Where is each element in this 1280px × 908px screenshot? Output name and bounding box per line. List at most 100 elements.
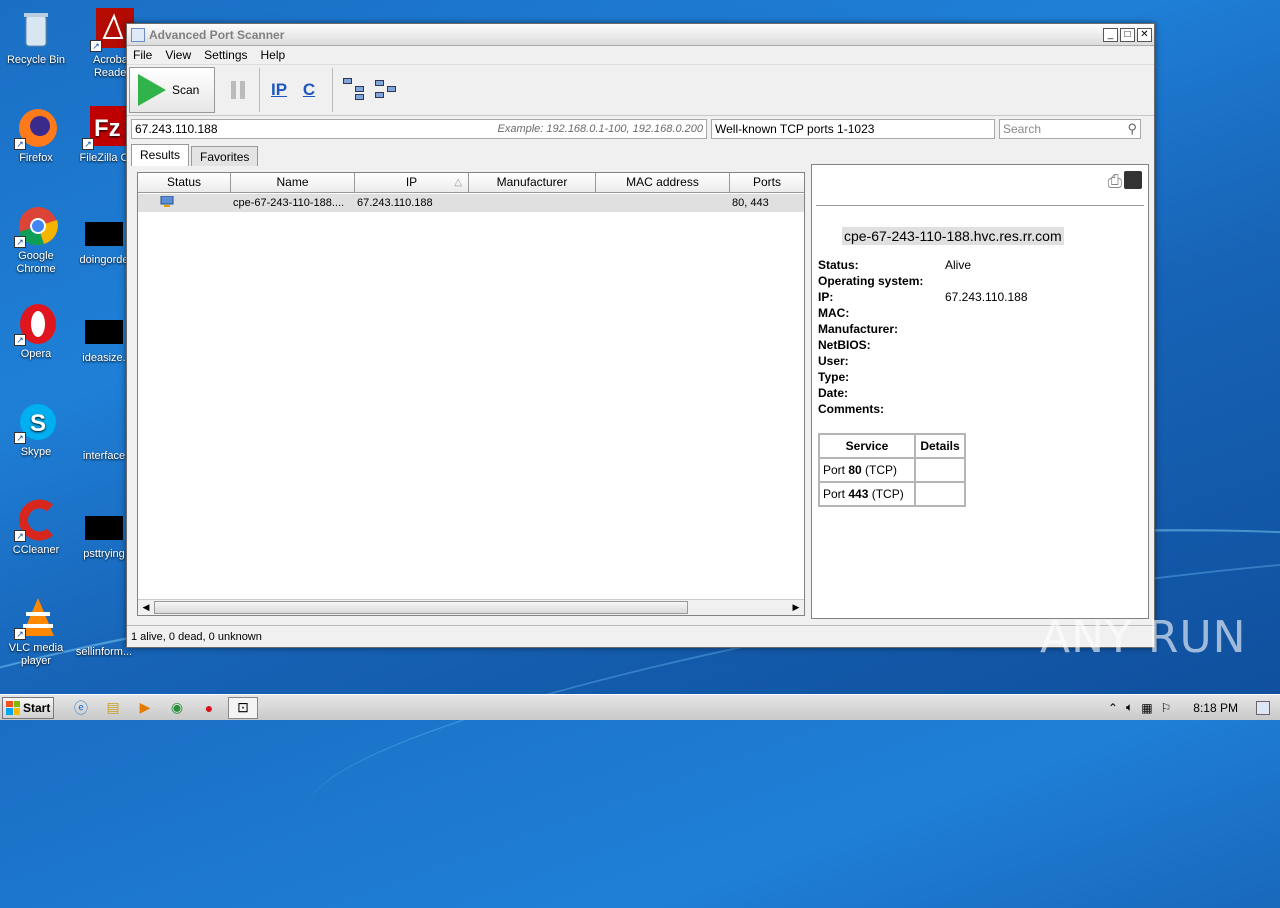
app-window: Advanced Port Scanner _ □ ✕ File View Se… — [126, 23, 1155, 648]
tab-favorites[interactable]: Favorites — [191, 146, 259, 166]
desktop-icon-ccleaner[interactable]: ↗ CCleaner — [4, 498, 68, 557]
ip-range-input[interactable]: 67.243.110.188 Example: 192.168.0.1-100,… — [131, 119, 707, 139]
desktop-icon-label: Opera — [20, 348, 52, 360]
detail-label-manufacturer: Manufacturer: — [818, 322, 899, 336]
c-class-button[interactable]: C — [296, 75, 322, 105]
minimize-button[interactable]: _ — [1103, 27, 1118, 42]
services-header-service: Service — [818, 433, 916, 459]
shortcut-arrow-icon: ↗ — [14, 236, 26, 248]
menu-file[interactable]: File — [133, 48, 152, 62]
desktop-icon-skype[interactable]: S ↗ Skype — [4, 400, 68, 459]
opera-taskbar-icon[interactable]: ● — [196, 697, 222, 719]
pause-button[interactable] — [223, 68, 253, 112]
detail-label-status: Status: — [818, 258, 859, 272]
search-placeholder: Search — [1003, 122, 1042, 136]
scroll-right-icon[interactable]: ▶ — [788, 600, 804, 615]
system-tray: ⌃ 🔈︎ ▦ ⚐ 8:18 PM — [1108, 700, 1280, 715]
scan-button-label: Scan — [172, 83, 200, 97]
clock[interactable]: 8:18 PM — [1193, 701, 1238, 715]
menu-settings[interactable]: Settings — [204, 48, 247, 62]
port-prefix: Port — [823, 463, 849, 477]
divider — [816, 205, 1144, 206]
media-player-taskbar-icon[interactable]: ▶ — [132, 697, 158, 719]
desktop-icon-chrome[interactable]: ↗ Google Chrome — [4, 204, 68, 276]
pause-icon — [231, 81, 236, 99]
search-input[interactable]: Search ⚲ — [999, 119, 1141, 139]
ports-value: Well-known TCP ports 1-1023 — [715, 122, 875, 136]
file-thumbnail-icon — [85, 320, 123, 344]
services-table: Service Details Port 80 (TCP) Port 443 (… — [818, 433, 966, 507]
desktop-icon-firefox[interactable]: ↗ Firefox — [4, 106, 68, 165]
save-icon[interactable] — [1124, 171, 1142, 189]
show-desktop-icon[interactable] — [1256, 700, 1270, 715]
column-name[interactable]: Name — [231, 173, 355, 192]
detail-hostname: cpe-67-243-110-188.hvc.res.rr.com — [842, 227, 1064, 245]
column-status[interactable]: Status — [138, 173, 231, 192]
service-details — [914, 481, 966, 507]
collapse-all-icon[interactable] — [375, 78, 399, 102]
service-row: Port 80 (TCP) — [818, 457, 966, 483]
name-cell: cpe-67-243-110-188.... — [233, 197, 345, 209]
desktop-icon-label: VLC media player — [8, 642, 64, 667]
shortcut-arrow-icon: ↗ — [14, 432, 26, 444]
expand-all-icon[interactable] — [343, 78, 367, 102]
svg-text:S: S — [30, 410, 46, 437]
tray-expand-icon[interactable]: ⌃ — [1108, 701, 1118, 715]
start-button[interactable]: Start — [2, 696, 54, 719]
grid-header: Status Name IP △ Manufacturer MAC addres… — [138, 173, 804, 193]
explorer-taskbar-icon[interactable]: ▤ — [100, 697, 126, 719]
scrollbar-thumb[interactable] — [154, 601, 688, 614]
maximize-button[interactable]: □ — [1120, 27, 1135, 42]
file-thumbnail-icon — [85, 222, 123, 246]
shortcut-arrow-icon: ↗ — [14, 138, 26, 150]
desktop-icon-label: Google Chrome — [16, 250, 56, 275]
taskbar: Start ⓔ ▤ ▶ ◉ ● ⊡ ⌃ 🔈︎ ▦ ⚐ 8:18 PM — [0, 694, 1280, 720]
detail-label-ip: IP: — [818, 290, 834, 304]
ports-cell: 80, 443 — [732, 197, 769, 209]
table-row[interactable]: cpe-67-243-110-188.... 67.243.110.188 80… — [138, 194, 804, 212]
service-details — [914, 457, 966, 483]
menu-view[interactable]: View — [165, 48, 191, 62]
column-ip[interactable]: IP △ — [355, 173, 469, 192]
tab-results[interactable]: Results — [131, 144, 190, 166]
play-icon — [138, 74, 166, 106]
port-number: 443 — [848, 487, 869, 501]
scroll-left-icon[interactable]: ◀ — [138, 600, 154, 615]
title-bar[interactable]: Advanced Port Scanner _ □ ✕ — [127, 24, 1154, 46]
port-scanner-taskbar-icon[interactable]: ⊡ — [228, 696, 258, 719]
action-center-flag-icon[interactable]: ⚐ — [1161, 701, 1172, 715]
desktop-icon-opera[interactable]: ↗ Opera — [4, 302, 68, 361]
column-ports[interactable]: Ports — [730, 173, 804, 192]
port-prefix: Port — [823, 487, 849, 501]
horizontal-scrollbar[interactable]: ◀ ▶ — [138, 599, 804, 615]
menu-bar: File View Settings Help — [127, 46, 1154, 64]
desktop-icon-label: Firefox — [19, 152, 53, 164]
volume-icon[interactable]: 🔈︎ — [1126, 700, 1133, 715]
network-icon[interactable]: ▦ — [1141, 701, 1152, 715]
print-icon[interactable]: ⎙ — [1108, 171, 1122, 192]
ie-taskbar-icon[interactable]: ⓔ — [68, 697, 94, 719]
desktop-icon-vlc[interactable]: ↗ VLC media player — [4, 596, 68, 668]
toolbar: Scan IP C — [127, 64, 1154, 116]
ip-range-button[interactable]: IP — [266, 75, 292, 105]
detail-label-mac: MAC: — [818, 306, 850, 320]
chrome-taskbar-icon[interactable]: ◉ — [164, 697, 190, 719]
column-manufacturer[interactable]: Manufacturer — [469, 173, 596, 192]
ports-input[interactable]: Well-known TCP ports 1-1023 — [711, 119, 995, 139]
menu-help[interactable]: Help — [261, 48, 286, 62]
tab-bar: Results Favorites — [131, 144, 260, 166]
detail-label-date: Date: — [818, 386, 849, 400]
detail-label-os: Operating system: — [818, 274, 924, 288]
app-icon — [131, 27, 145, 42]
skype-icon: S ↗ — [14, 400, 58, 444]
desktop-icon-recycle-bin[interactable]: Recycle Bin — [4, 8, 68, 67]
status-text: 1 alive, 0 dead, 0 unknown — [131, 631, 262, 643]
chrome-icon: ↗ — [14, 204, 58, 248]
ip-range-example: Example: 192.168.0.1-100, 192.168.0.200 — [497, 123, 704, 135]
column-mac-address[interactable]: MAC address — [596, 173, 730, 192]
scan-button[interactable]: Scan — [129, 67, 215, 113]
port-number: 80 — [848, 463, 862, 477]
close-button[interactable]: ✕ — [1137, 27, 1152, 42]
shortcut-arrow-icon: ↗ — [90, 40, 102, 52]
detail-label-user: User: — [818, 354, 849, 368]
